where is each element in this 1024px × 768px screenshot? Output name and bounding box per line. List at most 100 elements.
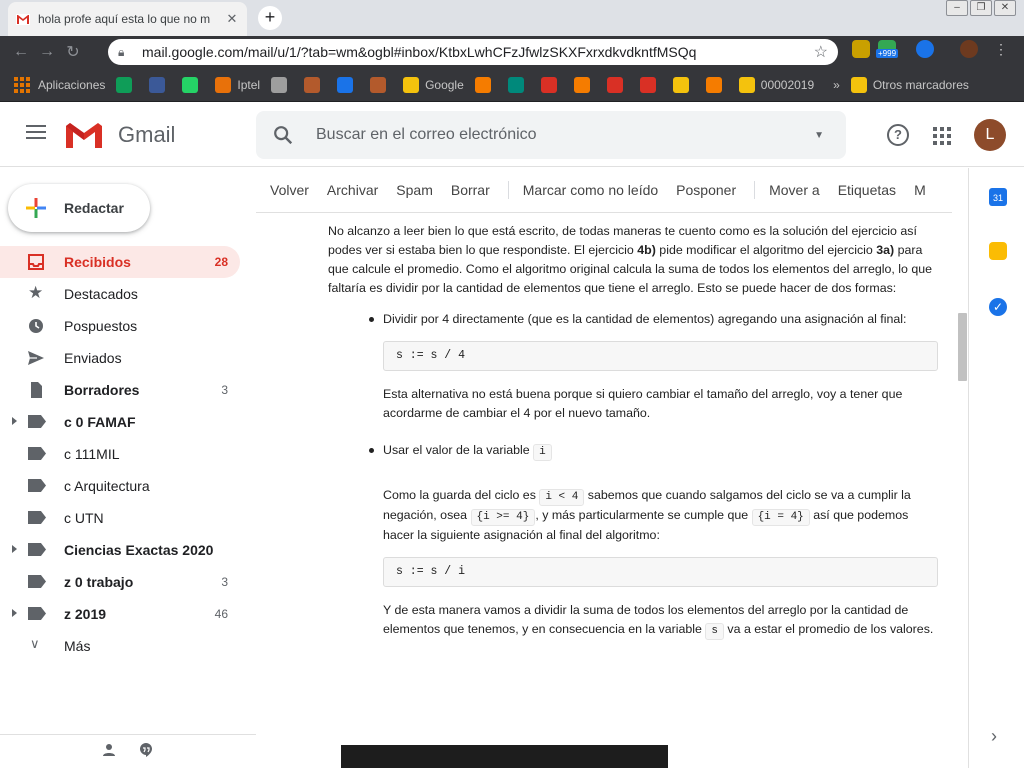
label-icon <box>28 415 46 428</box>
contacts-icon[interactable] <box>102 743 116 757</box>
sidebar-item-drafts[interactable]: Borradores 3 <box>0 374 240 406</box>
bookmark-item[interactable]: Google <box>403 76 464 93</box>
archive-button[interactable]: Archivar <box>327 182 378 198</box>
inline-code: i <box>533 444 552 461</box>
bookmark-star-icon[interactable]: ☆ <box>814 42 828 62</box>
sidebar-item-more[interactable]: ∨ Más <box>0 630 240 662</box>
keep-icon[interactable] <box>989 242 1007 260</box>
address-bar[interactable]: 🔒︎ mail.google.com/mail/u/1/?tab=wm&ogbl… <box>108 39 838 65</box>
window-controls: – ❐ ✕ <box>946 0 1016 16</box>
bookmark-item[interactable] <box>672 76 695 93</box>
bookmark-item[interactable]: 00002019 <box>738 76 814 93</box>
label-count: 3 <box>221 575 228 589</box>
bookmark-item[interactable] <box>540 76 563 93</box>
compose-button[interactable]: Redactar <box>8 184 150 232</box>
scrollbar-thumb[interactable] <box>958 313 967 381</box>
scrollbar-track[interactable] <box>952 214 968 768</box>
search-bar[interactable]: Buscar en el correo electrónico ▼ <box>256 111 846 159</box>
sidebar-item-starred[interactable]: ★ Destacados <box>0 278 240 310</box>
apps-grid-icon <box>14 76 30 93</box>
bookmark-item[interactable] <box>606 76 629 93</box>
solution-list: Dividir por 4 directamente (que es la ca… <box>369 310 938 640</box>
move-to-button[interactable]: Mover a <box>769 182 820 198</box>
bookmark-item[interactable] <box>573 76 596 93</box>
gmail-header: Gmail Buscar en el correo electrónico ▼ … <box>0 103 1024 167</box>
bookmark-item[interactable] <box>639 76 662 93</box>
bookmark-item[interactable] <box>304 76 326 93</box>
bookmark-item[interactable]: Iptel <box>215 76 260 93</box>
search-input[interactable]: Buscar en el correo electrónico <box>316 126 814 144</box>
tasks-icon[interactable]: ✓ <box>989 298 1007 316</box>
expand-panel-icon[interactable]: › <box>991 726 997 747</box>
sidebar-item-label-2019[interactable]: z 2019 46 <box>0 598 240 630</box>
bookmark-item[interactable] <box>149 76 171 93</box>
bookmark-item[interactable] <box>271 76 293 93</box>
hangouts-icon[interactable] <box>139 743 153 757</box>
bookmark-item[interactable] <box>337 76 359 93</box>
menu-dots-icon[interactable]: ⋮ <box>994 41 1008 58</box>
bookmark-item[interactable] <box>507 76 530 93</box>
bookmark-item[interactable] <box>474 76 497 93</box>
reload-icon[interactable]: ↻ <box>60 42 86 62</box>
mark-unread-button[interactable]: Marcar como no leído <box>523 182 658 198</box>
profile-avatar[interactable] <box>960 40 978 58</box>
bookmarks-overflow-icon[interactable]: » <box>833 78 840 92</box>
expand-arrow-icon[interactable] <box>12 417 17 425</box>
expand-arrow-icon[interactable] <box>12 545 17 553</box>
bookmark-item[interactable] <box>370 76 392 93</box>
send-icon <box>28 351 44 365</box>
inline-code: {i = 4} <box>751 509 810 526</box>
search-icon[interactable] <box>272 124 294 146</box>
snooze-button[interactable]: Posponer <box>676 182 736 198</box>
sidebar-item-sent[interactable]: Enviados <box>0 342 240 374</box>
google-apps-icon[interactable] <box>933 127 951 145</box>
sidebar-item-inbox[interactable]: Recibidos 28 <box>0 246 240 278</box>
extension-badge-icon[interactable]: +999 <box>876 40 899 58</box>
tab-close-icon[interactable]: ✕ <box>225 11 239 27</box>
main-menu-icon[interactable] <box>26 125 46 143</box>
spam-button[interactable]: Spam <box>396 182 433 198</box>
back-icon[interactable]: ← <box>8 43 34 61</box>
close-window-icon[interactable]: ✕ <box>994 0 1016 16</box>
sidebar-item-label-trabajo[interactable]: z 0 trabajo 3 <box>0 566 240 598</box>
attached-image-preview[interactable] <box>341 745 668 768</box>
calendar-icon[interactable]: 31 <box>989 188 1007 206</box>
forward-icon[interactable]: → <box>34 43 60 61</box>
expand-arrow-icon[interactable] <box>12 609 17 617</box>
sidebar-item-snoozed[interactable]: Pospuestos <box>0 310 240 342</box>
draft-icon <box>31 382 42 398</box>
account-avatar[interactable]: L <box>974 119 1006 151</box>
bookmark-icon <box>738 76 755 93</box>
sidebar-item-label-famaf[interactable]: c 0 FAMAF <box>0 406 240 438</box>
more-button[interactable]: M <box>914 182 926 198</box>
bullet <box>369 448 374 453</box>
extension-icon[interactable] <box>852 40 870 58</box>
bookmark-icon <box>606 76 623 93</box>
delete-button[interactable]: Borrar <box>451 182 490 198</box>
message-action-bar: Volver Archivar Spam Borrar Marcar como … <box>256 168 952 213</box>
divider <box>507 181 509 199</box>
labels-button[interactable]: Etiquetas <box>838 182 896 198</box>
bookmark-item[interactable] <box>182 76 204 93</box>
extension-icon[interactable] <box>916 40 934 58</box>
extension-badge: +999 <box>876 49 899 58</box>
bookmark-icon <box>540 76 557 93</box>
back-button[interactable]: Volver <box>270 182 309 198</box>
bookmark-icon <box>639 76 656 93</box>
other-bookmarks[interactable]: Otros marcadores <box>850 76 969 93</box>
restore-icon[interactable]: ❐ <box>970 0 992 16</box>
browser-tab[interactable]: hola profe aquí esta lo que no m ✕ <box>8 2 247 36</box>
bookmark-item[interactable] <box>705 76 728 93</box>
sidebar-item-label-ciencias-exactas[interactable]: Ciencias Exactas 2020 <box>0 534 240 566</box>
gmail-logo[interactable]: Gmail <box>64 120 175 150</box>
minimize-icon[interactable]: – <box>946 0 968 16</box>
sidebar-item-label-utn[interactable]: c UTN <box>0 502 240 534</box>
help-icon[interactable]: ? <box>887 124 909 146</box>
bookmark-item[interactable] <box>116 76 138 93</box>
sidebar-item-label-arquitectura[interactable]: c Arquitectura <box>0 470 240 502</box>
search-options-icon[interactable]: ▼ <box>814 130 824 141</box>
new-tab-button[interactable]: + <box>258 6 282 30</box>
compose-plus-icon <box>26 198 46 218</box>
sidebar-item-label-111mil[interactable]: c 111MIL <box>0 438 240 470</box>
bookmark-apps[interactable]: Aplicaciones <box>14 76 105 93</box>
